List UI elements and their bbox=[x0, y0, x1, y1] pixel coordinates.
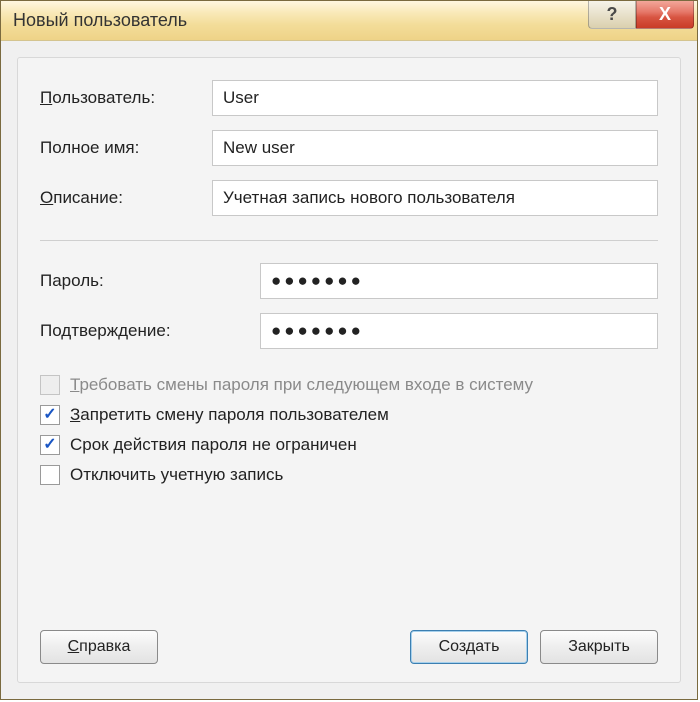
titlebar: Новый пользователь ? X bbox=[1, 1, 697, 41]
password-label: Пароль: bbox=[40, 271, 260, 291]
must-change-checkbox bbox=[40, 375, 60, 395]
divider-1 bbox=[40, 240, 658, 241]
create-button[interactable]: Создать bbox=[410, 630, 528, 664]
cannot-change-label: Запретить смену пароля пользователем bbox=[70, 405, 389, 425]
help-titlebar-button[interactable]: ? bbox=[588, 1, 636, 29]
username-row: Пользователь: bbox=[40, 80, 658, 116]
confirm-label: Подтверждение: bbox=[40, 321, 260, 341]
dialog-window: Новый пользователь ? X Пользователь: Пол… bbox=[0, 0, 698, 700]
username-input[interactable] bbox=[212, 80, 658, 116]
confirm-input[interactable] bbox=[260, 313, 658, 349]
account-disabled-checkbox[interactable] bbox=[40, 465, 60, 485]
never-expires-row: Срок действия пароля не ограничен bbox=[40, 435, 658, 455]
description-input[interactable] bbox=[212, 180, 658, 216]
form-panel: Пользователь: Полное имя: Описание: bbox=[17, 57, 681, 683]
close-titlebar-button[interactable]: X bbox=[636, 1, 694, 29]
never-expires-checkbox[interactable] bbox=[40, 435, 60, 455]
fullname-row: Полное имя: bbox=[40, 130, 658, 166]
titlebar-buttons: ? X bbox=[588, 1, 697, 40]
password-input[interactable] bbox=[260, 263, 658, 299]
never-expires-label: Срок действия пароля не ограничен bbox=[70, 435, 357, 455]
account-disabled-label: Отключить учетную запись bbox=[70, 465, 283, 485]
username-label: Пользователь: bbox=[40, 88, 212, 108]
fullname-input[interactable] bbox=[212, 130, 658, 166]
cannot-change-checkbox[interactable] bbox=[40, 405, 60, 425]
must-change-label: Требовать смены пароля при следующем вхо… bbox=[70, 375, 533, 395]
window-title: Новый пользователь bbox=[13, 10, 588, 31]
help-button[interactable]: Справка bbox=[40, 630, 158, 664]
close-button[interactable]: Закрыть bbox=[540, 630, 658, 664]
cannot-change-row: Запретить смену пароля пользователем bbox=[40, 405, 658, 425]
button-row: Справка Создать Закрыть bbox=[40, 630, 658, 664]
description-row: Описание: bbox=[40, 180, 658, 216]
password-row: Пароль: bbox=[40, 263, 658, 299]
account-disabled-row: Отключить учетную запись bbox=[40, 465, 658, 485]
content-area: Пользователь: Полное имя: Описание: bbox=[1, 41, 697, 699]
confirm-row: Подтверждение: bbox=[40, 313, 658, 349]
must-change-row: Требовать смены пароля при следующем вхо… bbox=[40, 375, 658, 395]
fullname-label: Полное имя: bbox=[40, 138, 212, 158]
description-label: Описание: bbox=[40, 188, 212, 208]
